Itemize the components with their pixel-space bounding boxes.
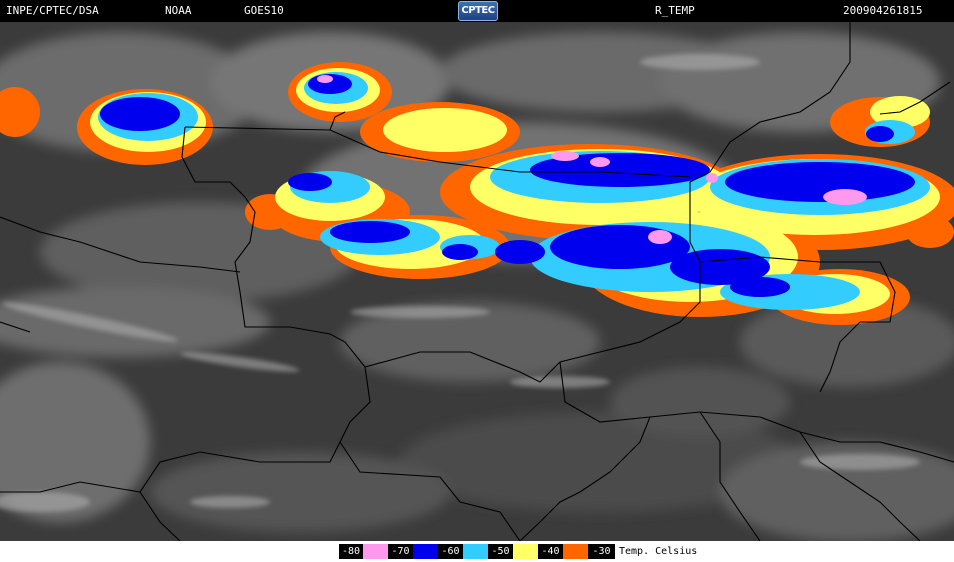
datetime-label: 200904261815: [843, 4, 923, 17]
legend-swatch-cyan: [463, 544, 488, 559]
legend-units: Temp. Celsius: [619, 546, 698, 557]
temperature-legend: -80 -70 -60 -50 -40 -30 Temp. Celsius: [0, 541, 954, 562]
legend-label-minus80: -80: [339, 544, 363, 559]
legend-label-minus60: -60: [438, 544, 463, 559]
legend-label-minus50: -50: [488, 544, 513, 559]
logo-text: CPTEC: [461, 5, 495, 16]
source-label: INPE/CPTEC/DSA: [6, 4, 99, 17]
legend-swatch-pink: [363, 544, 388, 559]
legend-label-minus40: -40: [538, 544, 563, 559]
legend-swatch-blue: [413, 544, 438, 559]
header-bar: INPE/CPTEC/DSA NOAA GOES10 CPTEC R_TEMP …: [0, 0, 954, 22]
product-label: R_TEMP: [655, 4, 695, 17]
legend-label-minus30: -30: [588, 544, 615, 559]
legend-swatch-orange: [563, 544, 588, 559]
legend-swatch-yellow: [513, 544, 538, 559]
satellite-map: [0, 22, 954, 541]
cptec-logo: CPTEC: [458, 1, 498, 21]
satellite-label: GOES10: [244, 4, 284, 17]
legend-label-minus70: -70: [388, 544, 413, 559]
satellite-image: [0, 22, 954, 541]
agency-label: NOAA: [165, 4, 192, 17]
